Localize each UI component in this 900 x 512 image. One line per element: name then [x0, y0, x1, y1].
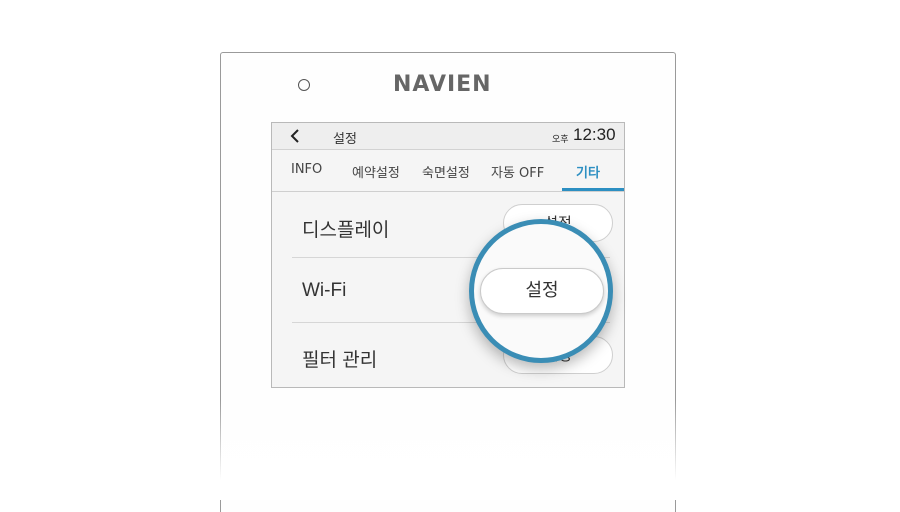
screen-title: 설정: [333, 132, 357, 147]
tab-reservation[interactable]: 예약설정: [352, 162, 400, 181]
tab-bar: INFO 예약설정 숙면설정 자동 OFF 기타: [272, 150, 624, 192]
clock-ampm: 오후: [552, 135, 569, 145]
tab-etc[interactable]: 기타: [576, 162, 600, 181]
row-label-filter: 필터 관리: [302, 350, 378, 371]
wifi-settings-button-zoomed[interactable]: 설정: [480, 268, 604, 314]
status-bar: 설정 오후 12:30: [272, 123, 624, 150]
brand-logo: NAVIEN: [393, 72, 492, 97]
power-button[interactable]: [298, 79, 310, 91]
row-label-display: 디스플레이: [302, 220, 390, 241]
chevron-left-icon[interactable]: [288, 128, 302, 144]
active-tab-indicator: [562, 188, 624, 191]
row-label-wifi: Wi-Fi: [302, 280, 347, 301]
magnifier-highlight: 설정: [469, 219, 613, 363]
tab-sleep[interactable]: 숙면설정: [422, 162, 470, 181]
tab-auto-off[interactable]: 자동 OFF: [491, 162, 544, 181]
tab-info[interactable]: INFO: [291, 162, 322, 177]
clock-time: 12:30: [573, 125, 616, 144]
